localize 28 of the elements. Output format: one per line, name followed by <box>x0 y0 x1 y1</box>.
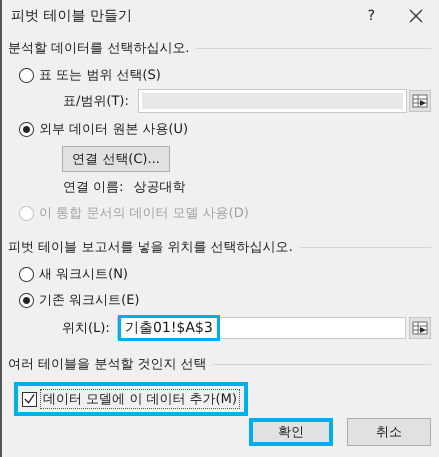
ok-button[interactable]: 확인 <box>249 418 333 446</box>
window-title: 피벗 테이블 만들기 <box>11 7 132 25</box>
radio-button[interactable] <box>19 68 34 82</box>
field-label: 위치(L): <box>62 320 111 337</box>
radio-button[interactable] <box>19 266 34 282</box>
section-heading: 피벗 테이블 보고서를 넣을 위치를 선택하십시오. <box>8 239 293 256</box>
section-heading: 여러 테이블을 분석할 것인지 선택 <box>8 356 207 373</box>
help-button[interactable]: ? <box>368 8 375 24</box>
range-picker-icon[interactable] <box>409 317 431 339</box>
connection-name-label: 연결 이름: <box>63 179 124 196</box>
section-heading: 분석할 데이터를 선택하십시오. <box>8 40 190 57</box>
cancel-button[interactable]: 취소 <box>347 418 431 446</box>
range-picker-icon[interactable] <box>409 90 431 112</box>
radio-label: 기존 워크시트(E) <box>39 292 140 309</box>
radio-label: 이 통합 문서의 데이터 모델 사용(D) <box>39 205 249 222</box>
radio-button[interactable] <box>19 122 34 136</box>
location-value[interactable]: 기출01!$A$3 <box>118 315 220 341</box>
radio-button[interactable] <box>19 292 34 308</box>
radio-label: 새 워크시트(N) <box>39 266 128 283</box>
data-model-checkbox-row[interactable]: 데이터 모델에 이 데이터 추가(M) <box>14 382 248 416</box>
radio-label: 외부 데이터 원본 사용(U) <box>39 121 188 138</box>
checkbox[interactable] <box>22 392 37 406</box>
connection-name: 상공대학 <box>134 179 186 196</box>
close-icon[interactable] <box>409 9 423 23</box>
checkbox-label: 데이터 모델에 이 데이터 추가(M) <box>40 389 240 409</box>
choose-connection-button[interactable]: 연결 선택(C)... <box>62 146 170 172</box>
radio-label: 표 또는 범위 선택(S) <box>39 67 161 84</box>
field-label: 표/범위(T): <box>63 93 130 110</box>
